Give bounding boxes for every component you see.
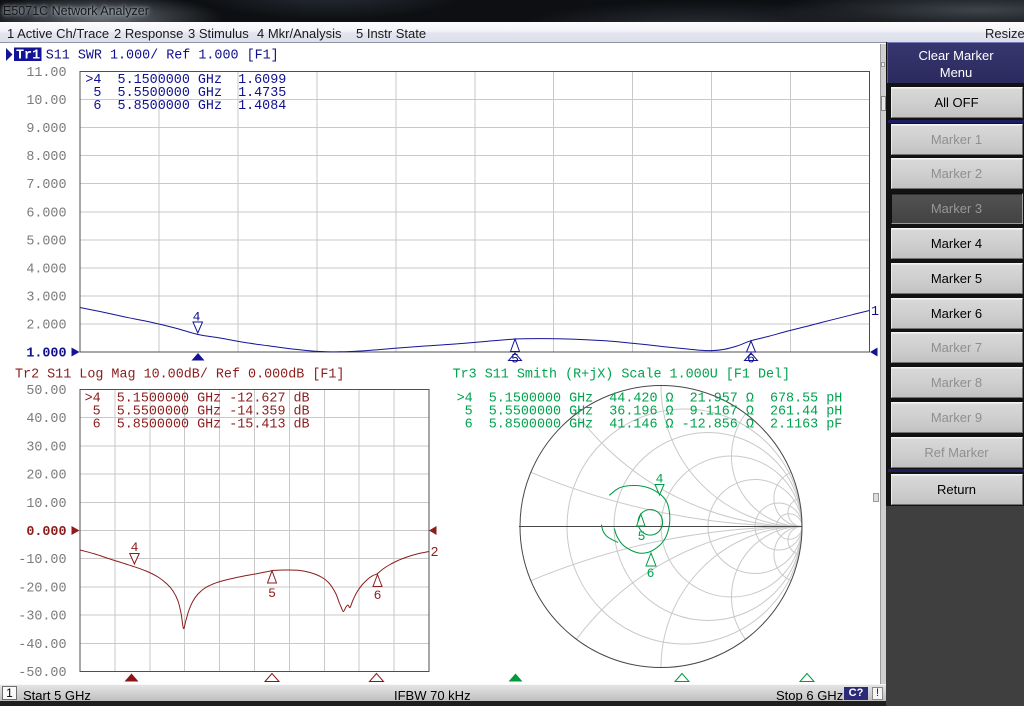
svg-text:4.000: 4.000 xyxy=(26,262,66,277)
svg-text:S11 SWR 1.000/ Ref 1.000 [F1]: S11 SWR 1.000/ Ref 1.000 [F1] xyxy=(46,49,279,64)
svg-text:6 5.8500000 GHz -15.413 dB: 6 5.8500000 GHz -15.413 dB xyxy=(85,418,310,433)
svg-text:-30.00: -30.00 xyxy=(18,610,66,625)
svg-text:0.000: 0.000 xyxy=(26,525,66,540)
svg-text:5: 5 xyxy=(268,586,276,601)
svg-text:6 5.8500000 GHz 1.4084: 6 5.8500000 GHz 1.4084 xyxy=(85,99,286,114)
svg-text:4: 4 xyxy=(131,540,139,555)
svg-text:6 5.8500000 GHz 41.146 Ω -12: 6 5.8500000 GHz 41.146 Ω -12.856 Ω 2.116… xyxy=(457,418,843,433)
svg-text:-40.00: -40.00 xyxy=(18,638,66,653)
svg-text:40.00: 40.00 xyxy=(26,412,66,427)
svg-text:5.000: 5.000 xyxy=(26,234,66,249)
svg-text:2.000: 2.000 xyxy=(26,318,66,333)
svg-text:9.000: 9.000 xyxy=(26,122,66,137)
svg-text:Tr3 S11 Smith (R+jX) Scale 1.0: Tr3 S11 Smith (R+jX) Scale 1.000U [F1 De… xyxy=(453,368,790,383)
svg-text:Tr2 S11 Log Mag 10.00dB/ Ref 0: Tr2 S11 Log Mag 10.00dB/ Ref 0.000dB [F1… xyxy=(15,368,344,383)
svg-text:3.000: 3.000 xyxy=(26,290,66,305)
svg-text:6.000: 6.000 xyxy=(26,206,66,221)
svg-text:Tr1: Tr1 xyxy=(16,49,40,64)
svg-text:10.00: 10.00 xyxy=(26,497,66,512)
svg-text:-10.00: -10.00 xyxy=(18,553,66,568)
svg-text:10.00: 10.00 xyxy=(26,94,66,109)
svg-text:1: 1 xyxy=(871,305,879,320)
svg-text:6: 6 xyxy=(647,566,655,581)
svg-text:-50.00: -50.00 xyxy=(18,666,66,681)
svg-text:30.00: 30.00 xyxy=(26,440,66,455)
svg-text:-20.00: -20.00 xyxy=(18,581,66,596)
svg-text:11.00: 11.00 xyxy=(26,66,66,81)
svg-text:5: 5 xyxy=(511,352,519,367)
svg-text:6: 6 xyxy=(747,352,755,367)
svg-text:1.000: 1.000 xyxy=(26,347,66,362)
svg-text:8.000: 8.000 xyxy=(26,150,66,165)
svg-text:20.00: 20.00 xyxy=(26,469,66,484)
svg-text:2: 2 xyxy=(431,546,439,561)
svg-text:6: 6 xyxy=(374,588,382,603)
svg-text:7.000: 7.000 xyxy=(26,178,66,193)
svg-text:5: 5 xyxy=(638,529,646,544)
svg-text:50.00: 50.00 xyxy=(26,384,66,399)
